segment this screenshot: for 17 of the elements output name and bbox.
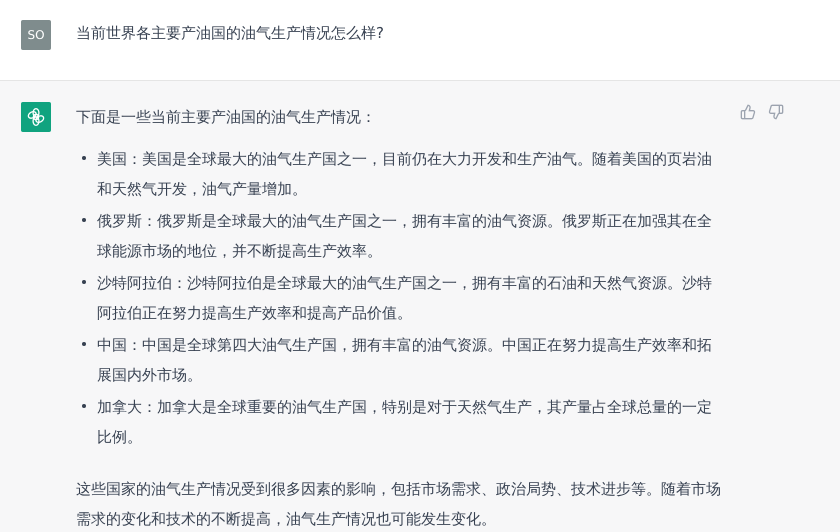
thumbs-up-button[interactable] [740, 103, 758, 121]
bullet-icon [82, 280, 86, 284]
bullet-icon [82, 404, 86, 408]
bullet-icon [82, 156, 86, 160]
bullet-icon [82, 342, 86, 346]
bullet-icon [82, 218, 86, 222]
bullet-text: 美国：美国是全球最大的油气生产国之一，目前仍在大力开发和生产油气。随着美国的页岩油和天然气开发，油气产量增加。 [97, 149, 713, 200]
thumbs-down-button[interactable] [768, 103, 786, 121]
conclusion-text: 这些国家的油气生产情况受到很多因素的影响，包括市场需求、政治局势、技术进步等。随着市场需求的变化和技术的不断提高，油气生产情况也可能发生变化。 [76, 479, 722, 530]
logo-icon [26, 107, 46, 127]
bullet-text: 沙特阿拉伯：沙特阿拉伯是全球最大的油气生产国之一，拥有丰富的石油和天然气资源。沙特阿拉伯正在努力提高生产效率和提高产品价值。 [97, 273, 713, 324]
bullet-text: 中国：中国是全球第四大油气生产国，拥有丰富的油气资源。中国正在努力提高生产效率和拓展国内外市场。 [97, 335, 713, 386]
user-avatar: SO [21, 20, 51, 50]
user-message: 当前世界各主要产油国的油气生产情况怎么样? [76, 23, 384, 44]
bullet-text: 加拿大：加拿大是全球重要的油气生产国，特别是对于天然气生产，其产量占全球总量的一定比例。 [97, 397, 713, 448]
assistant-intro: 下面是一些当前主要产油国的油气生产情况： [76, 107, 377, 128]
bullet-text: 俄罗斯：俄罗斯是全球最大的油气生产国之一，拥有丰富的油气资源。俄罗斯正在加强其在全球能源市场的地位，并不断提高生产效率。 [97, 211, 713, 262]
